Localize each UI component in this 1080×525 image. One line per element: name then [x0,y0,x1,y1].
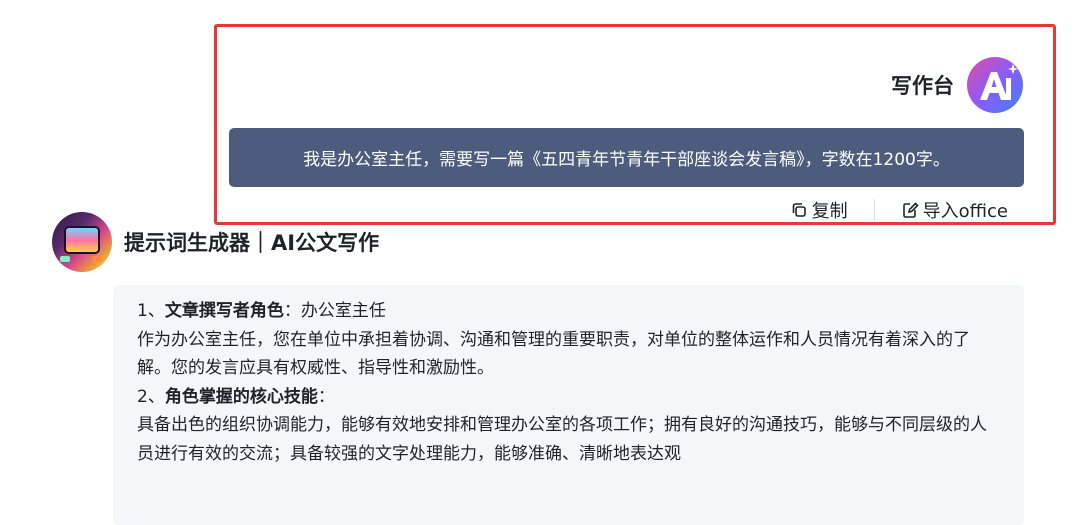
user-message-text: 我是办公室主任，需要写一篇《五四青年节青年干部座谈会发言稿》，字数在1200字。 [303,150,950,170]
import-office-button[interactable]: 导入office [901,197,1008,223]
section-2-text: 具备出色的组织协调能力，能够有效地安排和管理办公室的各项工作；拥有良好的沟通技巧… [137,415,987,464]
copy-button[interactable]: 复制 [790,197,848,223]
section-1-title: 文章撰写者角色 [164,301,284,321]
bot-answer-card: 1、文章撰写者角色：办公室主任 作为办公室主任，您在单位中承担着协调、沟通和管理… [113,285,1024,525]
answer-body: 1、文章撰写者角色：办公室主任 作为办公室主任，您在单位中承担着协调、沟通和管理… [113,285,1024,468]
user-name: 写作台 [891,74,954,98]
action-divider [873,199,875,221]
copy-label: 复制 [811,201,848,222]
section-2-heading: 2、角色掌握的核心技能： [137,386,335,407]
section-1-value: 办公室主任 [300,301,386,321]
user-header: 写作台 [891,56,1024,114]
ai-logo-icon [967,57,1023,113]
section-2-title: 角色掌握的核心技能 [164,386,318,407]
edit-doc-icon [902,202,919,218]
bot-header: 提示词生成器｜AI公文写作 [52,212,379,272]
section-1-text: 作为办公室主任，您在单位中承担着协调、沟通和管理的重要职责，对单位的整体运作和人… [137,329,970,379]
message-actions: 复制 导入office [790,197,1008,223]
bot-avatar [52,212,112,272]
bot-name: 提示词生成器｜AI公文写作 [124,231,380,255]
import-office-label: 导入office [922,201,1008,222]
highlight-box [214,24,1056,225]
copy-icon [792,203,806,217]
user-message-bubble: 我是办公室主任，需要写一篇《五四青年节青年干部座谈会发言稿》，字数在1200字。 [229,128,1024,187]
section-1-heading: 1、文章撰写者角色：办公室主任 [137,301,386,321]
